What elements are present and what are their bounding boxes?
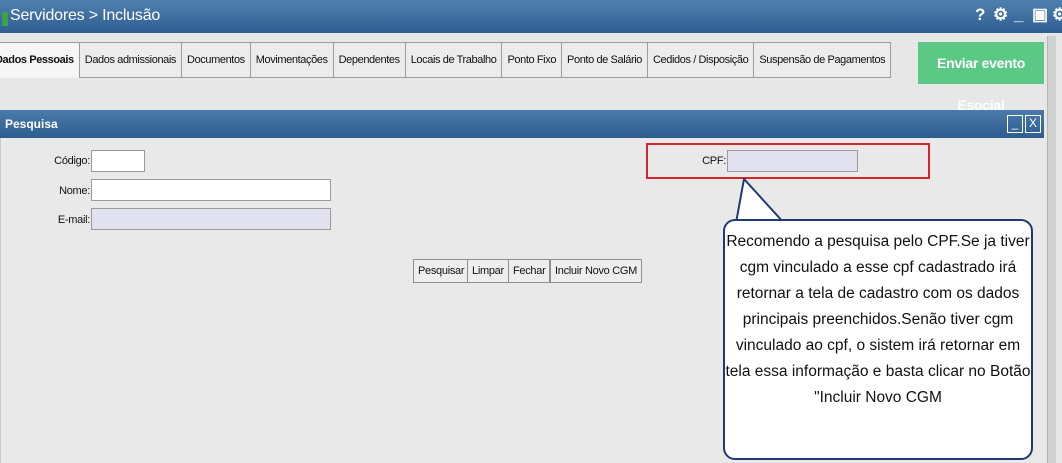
annotation-callout: Recomendo a pesquisa pelo CPF.Se ja tive… — [723, 219, 1033, 460]
fechar-button[interactable]: Fechar — [508, 259, 551, 283]
enviar-esocial-button[interactable]: Enviar evento Esocial — [918, 42, 1044, 113]
callout-pointer — [732, 178, 788, 223]
incluir-novo-cgm-button[interactable]: Incluir Novo CGM — [550, 259, 642, 283]
restore-icon[interactable]: ▣ — [1032, 5, 1048, 25]
nome-label: Nome: — [59, 185, 90, 197]
help-icon[interactable]: ? — [975, 5, 985, 25]
email-label: E-mail: — [57, 214, 90, 226]
pesquisar-button[interactable]: Pesquisar — [413, 259, 470, 283]
tab-dados-pessoais[interactable]: Dados Pessoais — [0, 42, 80, 78]
panel-title: Pesquisa — [5, 117, 58, 131]
window-title: Servidores > Inclusão — [10, 7, 161, 24]
tab-dados-admissionais[interactable]: Dados admissionais — [78, 42, 183, 78]
settings-icon[interactable]: ⚙ — [993, 5, 1008, 25]
scrollbar[interactable] — [1047, 36, 1056, 463]
codigo-label: Código: — [54, 155, 90, 167]
tab-movimentacoes[interactable]: Movimentações — [249, 42, 334, 78]
email-input[interactable] — [91, 208, 331, 230]
tab-ponto-de-salario[interactable]: Ponto de Salário — [561, 42, 648, 78]
minimize-icon[interactable]: _ — [1014, 5, 1023, 25]
callout-text: Recomendo a pesquisa pelo CPF.Se ja tive… — [725, 233, 1031, 406]
panel-header: Pesquisa _ X — [0, 110, 1044, 138]
tab-ponto-fixo[interactable]: Ponto Fixo — [501, 42, 563, 78]
cpf-highlight-box — [646, 143, 930, 179]
tab-bar: Dados Pessoais Dados admissionais Docume… — [0, 42, 892, 78]
title-bar: Servidores > Inclusão ? ⚙ _ ▣ ⚙ — [0, 0, 1062, 33]
codigo-input[interactable] — [91, 150, 145, 172]
nome-input[interactable] — [91, 179, 331, 201]
tab-documentos[interactable]: Documentos — [181, 42, 251, 78]
tab-dependentes[interactable]: Dependentes — [332, 42, 406, 78]
app-logo — [2, 12, 8, 26]
gear-icon[interactable]: ⚙ — [1052, 5, 1062, 25]
tab-cedidos-disposicao[interactable]: Cedidos / Disposição — [646, 42, 755, 78]
tab-locais-de-trabalho[interactable]: Locais de Trabalho — [404, 42, 503, 78]
panel-close-button[interactable]: X — [1025, 115, 1041, 133]
limpar-button[interactable]: Limpar — [467, 259, 509, 283]
panel-minimize-button[interactable]: _ — [1007, 115, 1023, 133]
tab-suspensao-de-pagamentos[interactable]: Suspensão de Pagamentos — [753, 42, 892, 78]
